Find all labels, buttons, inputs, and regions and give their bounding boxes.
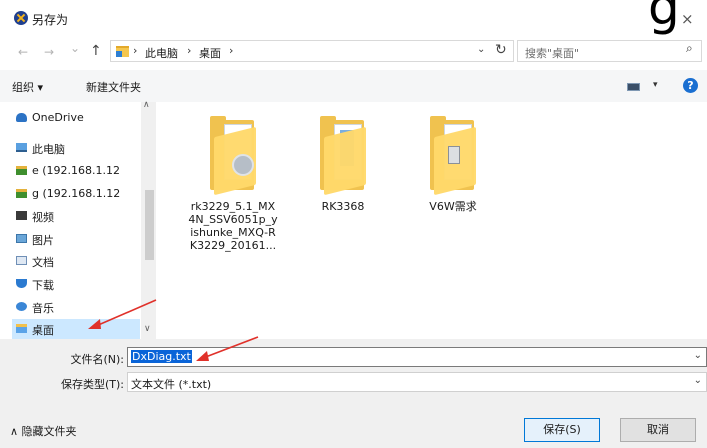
downloads-icon (16, 279, 27, 288)
desktop-folder-icon (116, 46, 129, 57)
sidebar-item-music[interactable]: 音乐 (12, 297, 140, 317)
sidebar-item-desktop[interactable]: 桌面 (12, 319, 140, 339)
sidebar-item-label: 此电脑 (32, 143, 65, 156)
save-button[interactable]: 保存(S) (524, 418, 600, 442)
breadcrumb-separator: › (229, 44, 234, 57)
filename-value[interactable]: DxDiag.txt (131, 350, 192, 363)
filename-field[interactable]: DxDiag.txt ⌄ (127, 347, 707, 367)
view-options-icon[interactable] (627, 83, 640, 91)
recent-locations-icon[interactable]: ⌄ (70, 41, 80, 55)
sidebar-item-label: e (192.168.1.12 (32, 164, 121, 177)
app-icon (14, 11, 28, 25)
forward-arrow-icon[interactable]: → (44, 45, 54, 59)
pictures-icon (16, 234, 27, 243)
folder-docs-icon (320, 114, 368, 196)
breadcrumb-this-pc[interactable]: 此电脑 (145, 45, 178, 61)
sidebar-item-onedrive[interactable]: OneDrive (12, 108, 140, 128)
sidebar-item-drive-g[interactable]: g (192.168.1.12 (12, 184, 140, 204)
save-form: 文件名(N): DxDiag.txt ⌄ 保存类型(T): 文本文件 (*.tx… (0, 339, 707, 399)
sidebar-item-label: 图片 (32, 234, 54, 247)
title-bar: 另存为 g × (0, 0, 707, 36)
sidebar-item-downloads[interactable]: 下载 (12, 274, 140, 294)
organize-button[interactable]: 组织 ▾ (12, 79, 43, 95)
network-drive-icon (16, 189, 27, 198)
search-icon[interactable]: ⌕ (686, 41, 693, 56)
file-list: rk3229_5.1_MX 4N_SSV6051p_y ishunke_MXQ-… (156, 102, 707, 339)
toolbar: 组织 ▾ 新建文件夹 ▾ ? (0, 70, 707, 102)
filetype-label: 保存类型(T): (60, 378, 124, 391)
sidebar-item-label: g (192.168.1.12 (32, 187, 121, 200)
hide-folders-toggle[interactable]: ∧ 隐藏文件夹 (10, 423, 77, 439)
title-decoration-glyph: g (648, 0, 680, 36)
chevron-down-icon[interactable]: ⌄ (694, 350, 702, 361)
filetype-value: 文本文件 (*.txt) (131, 378, 212, 391)
network-drive-icon (16, 166, 27, 175)
sidebar-item-label: 视频 (32, 211, 54, 224)
breadcrumb-separator: › (187, 44, 192, 57)
sidebar-item-label: 下载 (32, 279, 54, 292)
navigation-bar: ← → ⌄ ↑ › 此电脑 › 桌面 › ⌄ ↻ 搜索"桌面" (0, 36, 707, 68)
sidebar-item-label: OneDrive (32, 111, 84, 124)
back-arrow-icon[interactable]: ← (18, 45, 28, 59)
sidebar-item-pictures[interactable]: 图片 (12, 229, 140, 249)
filetype-select[interactable]: 文本文件 (*.txt) ⌄ (127, 372, 707, 392)
sidebar-item-documents[interactable]: 文档 (12, 251, 140, 271)
breadcrumb-separator: › (133, 44, 138, 57)
up-arrow-icon[interactable]: ↑ (90, 43, 102, 59)
address-dropdown-icon[interactable]: ⌄ (477, 44, 485, 55)
breadcrumb-desktop[interactable]: 桌面 (199, 45, 221, 61)
scroll-up-icon[interactable]: ∧ (143, 100, 150, 110)
this-pc-icon (16, 143, 27, 152)
close-button[interactable]: × (681, 10, 694, 28)
filename-label: 文件名(N): (70, 353, 124, 366)
onedrive-icon (16, 113, 27, 122)
chevron-down-icon[interactable]: ⌄ (694, 375, 702, 386)
music-icon (16, 302, 27, 311)
sidebar-item-videos[interactable]: 视频 (12, 206, 140, 226)
sidebar-item-label: 桌面 (32, 324, 54, 337)
desktop-icon (16, 324, 27, 333)
address-bar[interactable]: › 此电脑 › 桌面 › ⌄ ↻ (110, 40, 514, 62)
navigation-pane: OneDrive 此电脑 e (192.168.1.12 g (192.168.… (0, 100, 156, 339)
folder-disc-icon (210, 114, 258, 196)
view-dropdown-icon[interactable]: ▾ (653, 80, 658, 90)
sidebar-item-this-pc[interactable]: 此电脑 (12, 138, 140, 158)
new-folder-button[interactable]: 新建文件夹 (86, 79, 141, 95)
folder-printer-icon (430, 114, 478, 196)
file-name: RK3368 (321, 200, 365, 213)
cancel-button[interactable]: 取消 (620, 418, 696, 442)
documents-icon (16, 256, 27, 265)
dialog-footer: ∧ 隐藏文件夹 保存(S) 取消 (0, 399, 707, 448)
file-name: rk3229_5.1_MX 4N_SSV6051p_y ishunke_MXQ-… (188, 200, 278, 252)
help-icon[interactable]: ? (683, 78, 698, 93)
window-title: 另存为 (32, 13, 69, 27)
sidebar-scroll-thumb[interactable] (145, 190, 154, 260)
videos-icon (16, 211, 27, 220)
sidebar-item-label: 音乐 (32, 302, 54, 315)
scroll-down-icon[interactable]: ∨ (144, 324, 151, 334)
refresh-icon[interactable]: ↻ (495, 42, 507, 58)
search-input[interactable]: 搜索"桌面" (517, 40, 702, 62)
sidebar-item-drive-e[interactable]: e (192.168.1.12 (12, 161, 140, 181)
sidebar-item-label: 文档 (32, 256, 54, 269)
file-name: V6W需求 (429, 200, 477, 213)
